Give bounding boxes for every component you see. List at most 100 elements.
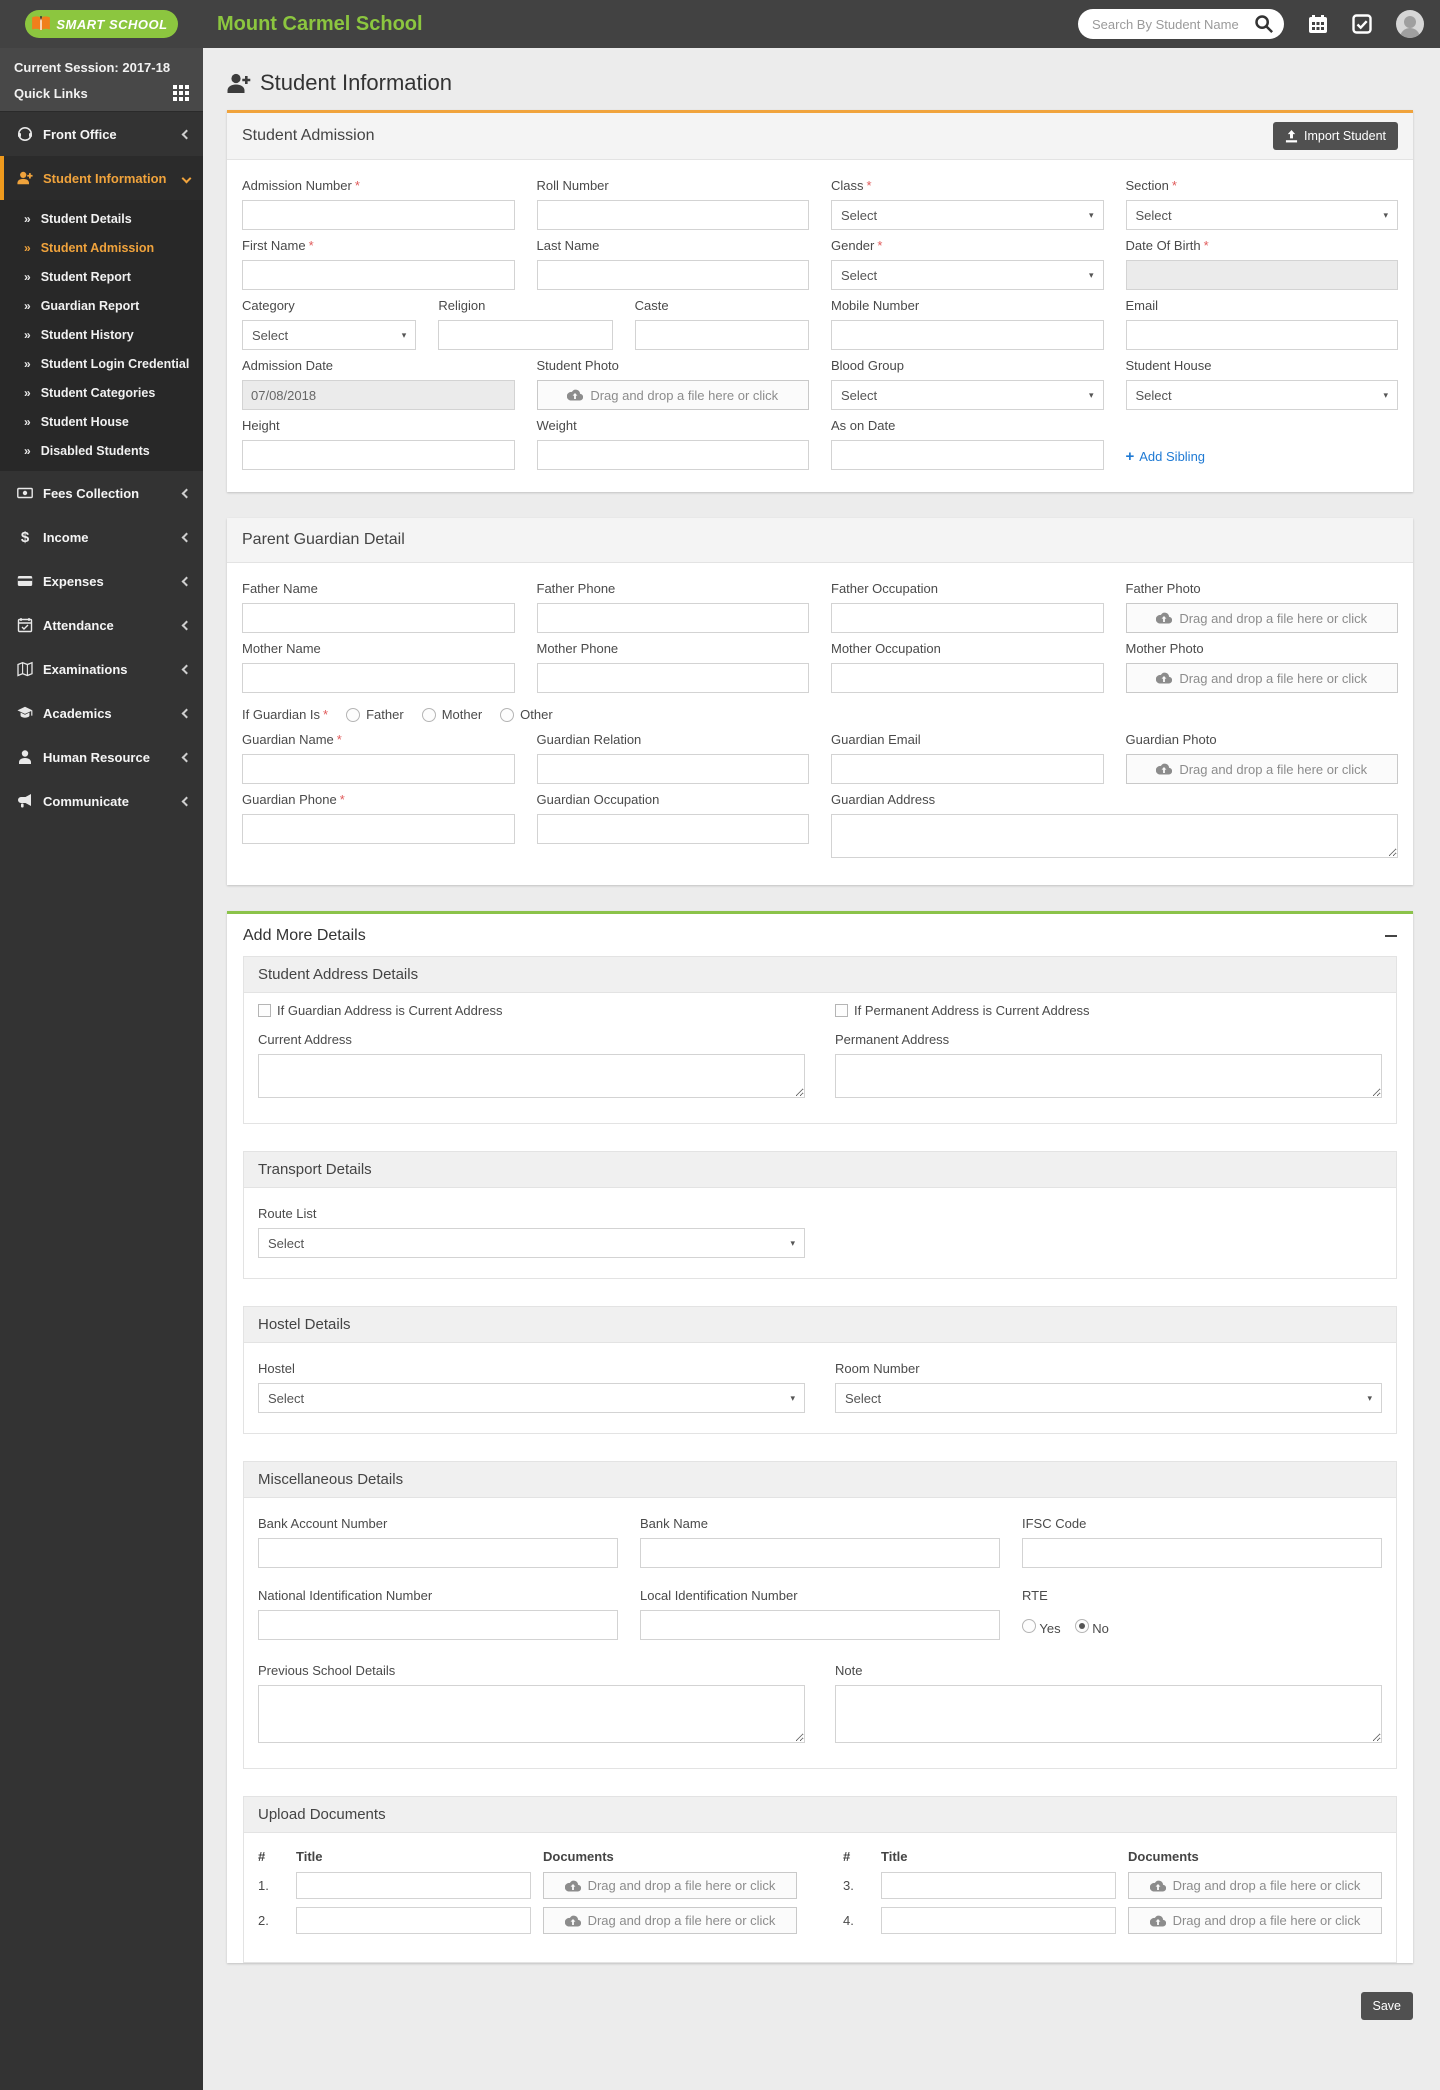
document-1-title-input[interactable] bbox=[296, 1872, 531, 1899]
weight-label: Weight bbox=[536, 418, 577, 433]
current-address-textarea[interactable] bbox=[258, 1054, 805, 1098]
permanent-address-textarea[interactable] bbox=[835, 1054, 1382, 1098]
sidebar-item-attendance[interactable]: Attendance bbox=[0, 603, 203, 647]
father-name-input[interactable] bbox=[242, 603, 515, 633]
national-identification-number-input[interactable] bbox=[258, 1610, 618, 1640]
guardian-address-textarea[interactable] bbox=[831, 814, 1398, 858]
guardian-email-input[interactable] bbox=[831, 754, 1104, 784]
tasks-icon[interactable] bbox=[1352, 14, 1372, 34]
guardian-relation-input[interactable] bbox=[536, 754, 809, 784]
bank-account-number-input[interactable] bbox=[258, 1538, 618, 1568]
documents-table-right: # Title Documents 3. Drag and drop a fil… bbox=[843, 1843, 1382, 1942]
previous-school-details-textarea[interactable] bbox=[258, 1685, 805, 1743]
hostel-select[interactable]: Select ▾ bbox=[258, 1383, 805, 1413]
top-header: SMART SCHOOL Mount Carmel School bbox=[0, 0, 1440, 48]
search-icon[interactable] bbox=[1254, 14, 1274, 34]
guardian-occupation-input[interactable] bbox=[536, 814, 809, 844]
page-title: Student Information bbox=[227, 70, 1413, 96]
document-4-title-input[interactable] bbox=[881, 1907, 1116, 1934]
room-number-select[interactable]: Select ▾ bbox=[835, 1383, 1382, 1413]
mother-occupation-input[interactable] bbox=[831, 663, 1104, 693]
weight-input[interactable] bbox=[536, 440, 809, 470]
religion-input[interactable] bbox=[438, 320, 613, 350]
sidebar-subitem-student-admission[interactable]: » Student Admission bbox=[0, 233, 203, 262]
roll-number-input[interactable] bbox=[536, 200, 809, 230]
sidebar-subitem-student-report[interactable]: » Student Report bbox=[0, 262, 203, 291]
sidebar-subitem-student-house[interactable]: » Student House bbox=[0, 407, 203, 436]
category-select[interactable]: Select ▾ bbox=[242, 320, 417, 350]
document-1-dropzone[interactable]: Drag and drop a file here or click bbox=[543, 1872, 797, 1899]
father-phone-input[interactable] bbox=[536, 603, 809, 633]
sidebar-subitem-student-login-credential[interactable]: » Student Login Credential bbox=[0, 349, 203, 378]
rte-no-radio[interactable]: No bbox=[1074, 1619, 1109, 1636]
local-identification-number-input[interactable] bbox=[640, 1610, 1000, 1640]
admission-number-input[interactable] bbox=[242, 200, 515, 230]
calendar-icon[interactable] bbox=[1308, 14, 1328, 34]
guardian-mother-radio[interactable]: Mother bbox=[421, 707, 482, 722]
collapse-icon[interactable] bbox=[1385, 935, 1397, 937]
blood-group-select[interactable]: Select ▾ bbox=[831, 380, 1104, 410]
date-of-birth-input[interactable] bbox=[1125, 260, 1398, 290]
gender-select[interactable]: Select ▾ bbox=[831, 260, 1104, 290]
mobile-number-input[interactable] bbox=[831, 320, 1104, 350]
note-textarea[interactable] bbox=[835, 1685, 1382, 1743]
father-occupation-label: Father Occupation bbox=[831, 581, 938, 596]
document-2-title-input[interactable] bbox=[296, 1907, 531, 1934]
document-3-dropzone[interactable]: Drag and drop a file here or click bbox=[1128, 1872, 1382, 1899]
route-list-select[interactable]: Select ▾ bbox=[258, 1228, 805, 1258]
sidebar-subitem-student-history[interactable]: » Student History bbox=[0, 320, 203, 349]
sidebar-item-income[interactable]: $ Income bbox=[0, 515, 203, 559]
add-sibling-link[interactable]: + Add Sibling bbox=[1126, 448, 1206, 465]
as-on-date-input[interactable] bbox=[831, 440, 1104, 470]
sidebar-item-examinations[interactable]: Examinations bbox=[0, 647, 203, 691]
sidebar-item-communicate[interactable]: Communicate bbox=[0, 779, 203, 823]
student-house-select[interactable]: Select ▾ bbox=[1125, 380, 1398, 410]
sidebar-item-front-office[interactable]: Front Office bbox=[0, 112, 203, 156]
sidebar-subitem-disabled-students[interactable]: » Disabled Students bbox=[0, 436, 203, 465]
caste-input[interactable] bbox=[634, 320, 809, 350]
class-label: Class * bbox=[831, 178, 872, 193]
quick-links[interactable]: Quick Links bbox=[14, 85, 189, 101]
mother-photo-dropzone[interactable]: Drag and drop a file here or click bbox=[1125, 663, 1398, 693]
father-photo-dropzone[interactable]: Drag and drop a file here or click bbox=[1125, 603, 1398, 633]
ifsc-code-input[interactable] bbox=[1022, 1538, 1382, 1568]
section-select[interactable]: Select ▾ bbox=[1125, 200, 1398, 230]
guardian-father-radio[interactable]: Father bbox=[346, 707, 404, 722]
date-of-birth-label: Date Of Birth * bbox=[1125, 238, 1209, 253]
sidebar-item-fees-collection[interactable]: Fees Collection bbox=[0, 471, 203, 515]
mother-phone-input[interactable] bbox=[536, 663, 809, 693]
student-photo-dropzone[interactable]: Drag and drop a file here or click bbox=[536, 380, 809, 410]
search-input[interactable] bbox=[1092, 16, 1254, 32]
sidebar-item-expenses[interactable]: Expenses bbox=[0, 559, 203, 603]
last-name-input[interactable] bbox=[536, 260, 809, 290]
email-input[interactable] bbox=[1125, 320, 1398, 350]
document-2-dropzone[interactable]: Drag and drop a file here or click bbox=[543, 1907, 797, 1934]
app-logo[interactable]: SMART SCHOOL bbox=[0, 0, 203, 48]
guardian-address-is-current-checkbox[interactable]: If Guardian Address is Current Address bbox=[258, 1003, 805, 1018]
sidebar-item-student-information[interactable]: Student Information bbox=[0, 156, 203, 200]
guardian-photo-dropzone[interactable]: Drag and drop a file here or click bbox=[1125, 754, 1398, 784]
import-student-button[interactable]: Import Student bbox=[1273, 122, 1398, 150]
sidebar-subitem-student-details[interactable]: » Student Details bbox=[0, 204, 203, 233]
sidebar-subitem-student-categories[interactable]: » Student Categories bbox=[0, 378, 203, 407]
bank-name-input[interactable] bbox=[640, 1538, 1000, 1568]
rte-yes-radio[interactable]: Yes bbox=[1022, 1619, 1061, 1636]
class-select[interactable]: Select ▾ bbox=[831, 200, 1104, 230]
mother-name-input[interactable] bbox=[242, 663, 515, 693]
guardian-phone-input[interactable] bbox=[242, 814, 515, 844]
avatar[interactable] bbox=[1396, 10, 1424, 38]
permanent-address-is-current-checkbox[interactable]: If Permanent Address is Current Address bbox=[835, 1003, 1382, 1018]
father-occupation-input[interactable] bbox=[831, 603, 1104, 633]
guardian-name-input[interactable] bbox=[242, 754, 515, 784]
sidebar-item-academics[interactable]: Academics bbox=[0, 691, 203, 735]
guardian-other-radio[interactable]: Other bbox=[500, 707, 553, 722]
admission-date-input[interactable] bbox=[242, 380, 515, 410]
cloud-upload-icon bbox=[564, 1880, 581, 1892]
sidebar-subitem-guardian-report[interactable]: » Guardian Report bbox=[0, 291, 203, 320]
document-4-dropzone[interactable]: Drag and drop a file here or click bbox=[1128, 1907, 1382, 1934]
document-3-title-input[interactable] bbox=[881, 1872, 1116, 1899]
first-name-input[interactable] bbox=[242, 260, 515, 290]
height-input[interactable] bbox=[242, 440, 515, 470]
save-button[interactable]: Save bbox=[1360, 1992, 1413, 2020]
sidebar-item-human-resource[interactable]: Human Resource bbox=[0, 735, 203, 779]
